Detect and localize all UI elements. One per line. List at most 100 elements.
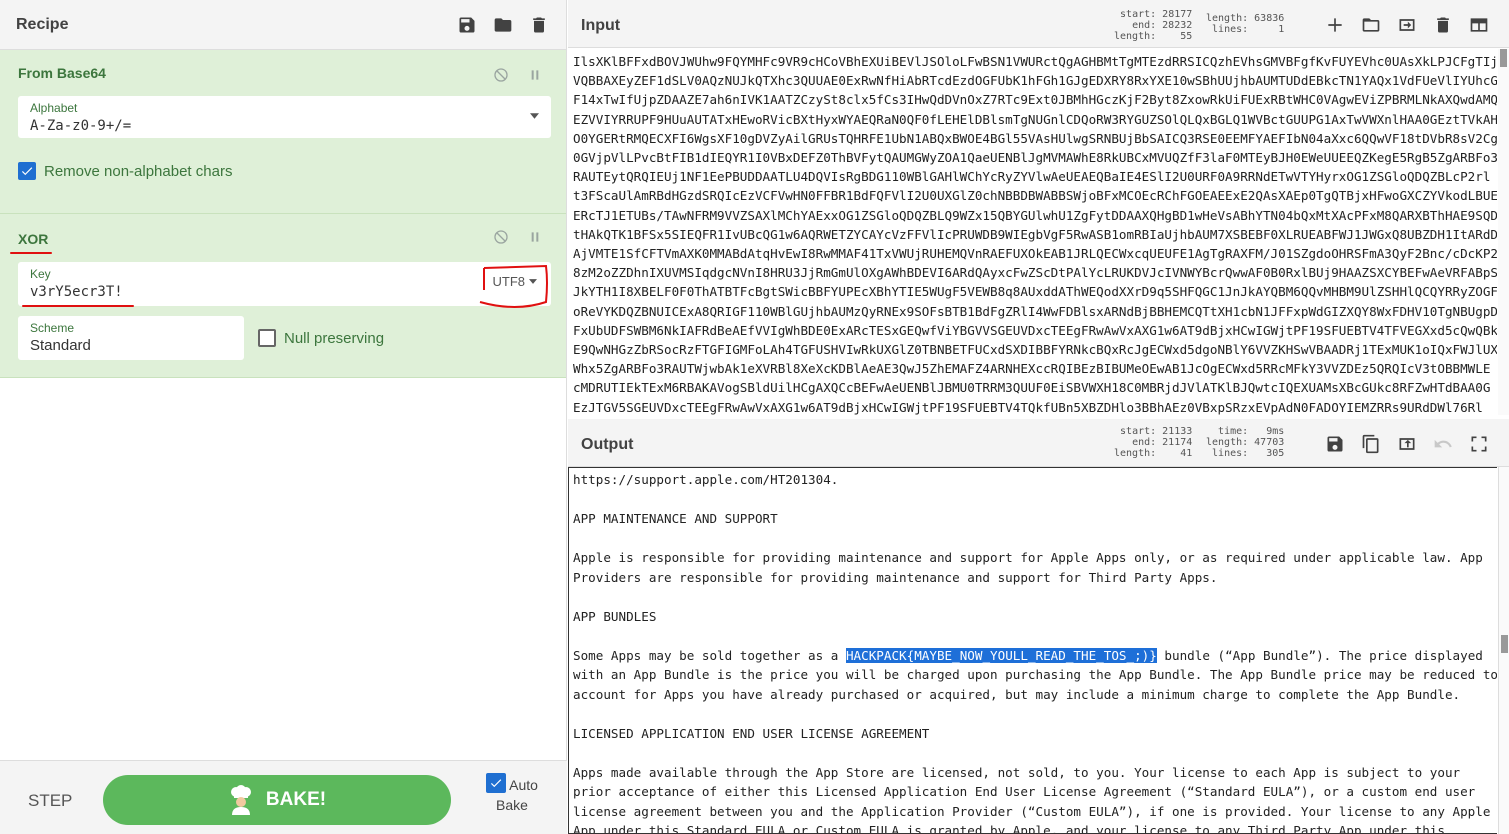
null-preserving-label: Null preserving bbox=[284, 329, 385, 347]
input-line: E9QwNHGzZbRSocRzFTGFIGMFoLAh4TGFUSHVIwRk… bbox=[573, 342, 1497, 358]
recipe-header: Recipe bbox=[0, 0, 566, 50]
recipe-title: Recipe bbox=[16, 15, 69, 33]
output-title: Output bbox=[581, 436, 634, 453]
scheme-value: Standard bbox=[30, 337, 91, 354]
checkbox-checked-icon bbox=[18, 162, 36, 180]
output-line: Providers are responsible for providing … bbox=[573, 569, 1218, 585]
alphabet-select[interactable]: Alphabet A-Za-z0-9+/= bbox=[18, 96, 551, 138]
scheme-select[interactable]: Scheme Standard bbox=[18, 316, 244, 360]
chevron-down-icon bbox=[530, 113, 539, 119]
output-line: APP BUNDLES bbox=[573, 608, 657, 624]
output-total-stats: time: 9ms length: 47703 lines: 305 bbox=[1206, 426, 1284, 459]
input-line: 8zM2oZZDhnIXUVMSIqdgcNVnI8HRU3JjRmGmUlOX… bbox=[573, 265, 1497, 281]
input-start: start: 28177 bbox=[1120, 9, 1193, 20]
operation-title: XOR bbox=[18, 231, 49, 247]
selected-flag-text[interactable]: HACKPACK{MAYBE_NOW_YOULL_READ_THE_TOS_;)… bbox=[845, 647, 1157, 663]
input-end: end: 28232 bbox=[1132, 20, 1193, 31]
clear-recipe-trash-icon[interactable] bbox=[528, 14, 550, 36]
output-line: App under this Standard EULA or Custom E… bbox=[573, 823, 1445, 834]
checkbox-checked-icon bbox=[486, 773, 507, 793]
output-length: length: 41 bbox=[1114, 448, 1193, 459]
copy-icon[interactable] bbox=[1360, 433, 1382, 455]
load-recipe-folder-icon[interactable] bbox=[492, 14, 514, 36]
output-lines: lines: 305 bbox=[1212, 448, 1285, 459]
output-line: https://support.apple.com/HT201304. bbox=[573, 472, 839, 487]
scheme-label: Scheme bbox=[30, 321, 75, 335]
folder-icon[interactable] bbox=[1360, 14, 1382, 36]
import-icon[interactable] bbox=[1396, 14, 1418, 36]
replace-input-icon[interactable] bbox=[1396, 433, 1418, 455]
output-line: Apple is responsible for providing maint… bbox=[573, 550, 1483, 565]
alphabet-label: Alphabet bbox=[30, 101, 78, 115]
input-selection-stats: start: 28177 end: 28232 length: 55 bbox=[1114, 9, 1192, 42]
output-line: Apps made available through the App Stor… bbox=[573, 764, 1461, 780]
remove-non-alphabet-checkbox[interactable]: Remove non-alphabet chars bbox=[18, 162, 552, 180]
input-line: IlsXKlBFFxdBOVJWUhw9FQYMHFc9VR9cHCoVBhEX… bbox=[573, 54, 1497, 69]
remove-non-alphabet-label: Remove non-alphabet chars bbox=[44, 162, 233, 180]
input-length: length: 55 bbox=[1114, 31, 1193, 42]
input-textarea[interactable]: IlsXKlBFFxdBOVJWUhw9FQYMHFc9VR9cHCoVBhEX… bbox=[568, 49, 1497, 415]
plus-icon[interactable] bbox=[1324, 14, 1346, 36]
input-line: tHAkQTK1BFSx5SIEQFR1IvUBcQG1w6AQRWETZYCA… bbox=[573, 226, 1497, 242]
output-start: start: 21133 bbox=[1120, 426, 1193, 437]
scroll-thumb[interactable] bbox=[1501, 635, 1508, 653]
output-text-segment: bundle (“App Bundle”). The price display… bbox=[1156, 647, 1483, 663]
bake-label: BAKE! bbox=[265, 789, 327, 810]
fullscreen-icon[interactable] bbox=[1468, 433, 1490, 455]
output-header: Output start: 21133 end: 21174 length: 4… bbox=[568, 419, 1509, 467]
step-button[interactable]: STEP bbox=[28, 791, 72, 811]
annotation-underline-xor bbox=[10, 252, 52, 254]
output-selection-stats: start: 21133 end: 21174 length: 41 bbox=[1114, 426, 1192, 459]
save-recipe-icon[interactable] bbox=[456, 14, 478, 36]
input-line: oReVYKDQZBNUICExA8QRIGF110WBlGUjhbAUMzQy… bbox=[573, 303, 1497, 319]
output-line: LICENSED APPLICATION END USER LICENSE AG… bbox=[573, 725, 930, 741]
output-end: end: 21174 bbox=[1132, 437, 1193, 448]
output-scrollbar[interactable] bbox=[1498, 467, 1509, 834]
output-line: APP MAINTENANCE AND SUPPORT bbox=[573, 511, 778, 526]
input-line: FxUbUDFSWBM6NkIAFRdBeAEfVVIgWhBDE0ExARcT… bbox=[573, 322, 1497, 338]
input-line: EzJTGV5SGEUVDxcTEEgFRwAwVxAXG1w6AT9dBjxH… bbox=[573, 399, 1483, 415]
input-line: EZVVIYRRUPF9HUuAUTATxHEwoRVicBXtHyxWYAEQ… bbox=[573, 111, 1497, 127]
input-header: Input start: 28177 end: 28232 length: 55… bbox=[568, 0, 1509, 48]
output-line: with an App Bundle is the price you will… bbox=[573, 667, 1497, 682]
xor-key-field[interactable]: Key v3rY5ecr3T! UTF8 bbox=[18, 262, 551, 306]
output-line: license agreement between you and the Ap… bbox=[573, 803, 1491, 819]
layout-icon[interactable] bbox=[1468, 14, 1490, 36]
input-scrollbar[interactable] bbox=[1498, 49, 1509, 415]
input-line: VQBBAXEyZEF1dSLV0AQzNUJkQTXhc3QUUAE0ExRw… bbox=[573, 73, 1497, 89]
input-line: JkYTH1I8XBELF0F0ThATBTFcBgtSWicBBFYUPEcX… bbox=[573, 284, 1497, 300]
bake-bar: STEP BAKE! Auto Bake bbox=[0, 760, 567, 834]
input-line: RAUTEytQRQIEUj1NF1EePBUDDAATLU4DQVIsRgBD… bbox=[573, 169, 1491, 185]
bake-button[interactable]: BAKE! bbox=[103, 775, 451, 825]
input-line: AjVMTE1SfCFTVmAXK0MMABdAtqHvEwI8RwMMAF41… bbox=[573, 246, 1497, 262]
pause-icon[interactable] bbox=[524, 226, 546, 248]
output-total-length: length: 47703 bbox=[1206, 437, 1285, 448]
auto-bake-checkbox[interactable]: Auto Bake bbox=[480, 773, 544, 813]
operation-title: From Base64 bbox=[18, 65, 106, 81]
recipe-pane: Recipe From Base64 Alphabet A-Za-z0-9+/= bbox=[0, 0, 567, 834]
null-preserving-checkbox[interactable]: Null preserving bbox=[258, 329, 384, 347]
annotation-circle-utf8 bbox=[479, 264, 548, 308]
output-text-segment: Some Apps may be sold together as a bbox=[573, 647, 846, 663]
pause-icon[interactable] bbox=[524, 64, 546, 86]
output-time: time: 9ms bbox=[1218, 426, 1285, 437]
disable-icon[interactable] bbox=[490, 64, 512, 86]
output-line: prior acceptance of either this Licensed… bbox=[573, 784, 1476, 799]
scroll-thumb[interactable] bbox=[1500, 49, 1507, 67]
chef-icon bbox=[230, 785, 251, 815]
disable-icon[interactable] bbox=[490, 226, 512, 248]
input-total-stats: length: 63836 lines: 1 bbox=[1206, 13, 1284, 35]
key-label: Key bbox=[30, 267, 51, 281]
output-line: Some Apps may be sold together as a HACK… bbox=[573, 646, 1497, 666]
undo-icon[interactable] bbox=[1432, 433, 1454, 455]
operation-from-base64: From Base64 Alphabet A-Za-z0-9+/= Remove… bbox=[0, 50, 566, 214]
input-lines: lines: 1 bbox=[1212, 24, 1285, 35]
save-icon[interactable] bbox=[1324, 433, 1346, 455]
output-textarea[interactable]: https://support.apple.com/HT201304. APP M… bbox=[568, 467, 1497, 834]
output-line: account for Apps you have already purcha… bbox=[573, 686, 1461, 702]
trash-icon[interactable] bbox=[1432, 14, 1454, 36]
